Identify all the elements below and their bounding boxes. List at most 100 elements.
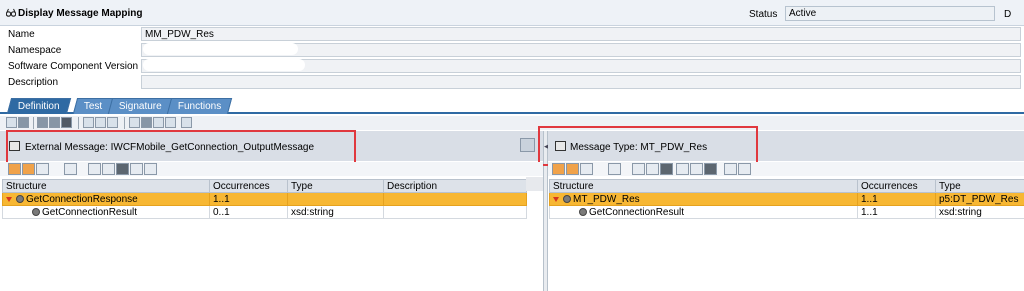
save-layout-icon[interactable] [738, 163, 751, 175]
structure-cell[interactable]: MT_PDW_Res [549, 192, 858, 206]
delete-icon[interactable] [61, 117, 72, 128]
description-cell [383, 192, 527, 206]
tab-definition[interactable]: Definition [6, 98, 71, 114]
column-header-occurrences[interactable]: Occurrences [209, 179, 288, 193]
table-row[interactable]: GetConnectionResponse 1..1 [2, 192, 527, 206]
highlight-box [6, 130, 356, 166]
copy-to-target-button[interactable] [520, 138, 535, 152]
dropdown-icon[interactable] [18, 117, 29, 128]
dependency-icon[interactable] [153, 117, 164, 128]
main-toolbar [0, 116, 1024, 130]
binoculars-icon[interactable] [724, 163, 737, 175]
occurrences-cell: 0..1 [209, 205, 288, 219]
name-row: Name MM_PDW_Res [0, 26, 1024, 42]
column-header-structure[interactable]: Structure [549, 179, 858, 193]
search-icon[interactable] [632, 163, 645, 175]
table-header-row: Structure Occurrences Type [549, 179, 1024, 193]
table-row[interactable]: MT_PDW_Res 1..1 p5:DT_PDW_Res [549, 192, 1024, 206]
name-label: Name [8, 29, 35, 40]
export-icon[interactable] [165, 117, 176, 128]
gear-icon[interactable] [83, 117, 94, 128]
new-icon[interactable] [690, 163, 703, 175]
cut-icon[interactable] [37, 117, 48, 128]
table-view-icon[interactable] [566, 163, 579, 175]
highlight-box [538, 126, 758, 166]
table-header-row: Structure Occurrences Type Description [2, 179, 527, 193]
status-extra-label: D [1004, 9, 1012, 20]
dropdown-icon[interactable] [704, 163, 717, 175]
tab-functions[interactable]: Functions [166, 98, 233, 114]
column-header-type[interactable]: Type [935, 179, 1024, 193]
window-icon[interactable] [181, 117, 192, 128]
document-check-icon[interactable] [95, 117, 106, 128]
tab-strip: Definition Test Signature Functions [0, 96, 1024, 114]
swcv-row: Software Component Version [0, 58, 1024, 74]
expand-icon[interactable] [36, 163, 49, 175]
toolbar-separator [78, 117, 79, 129]
tab-signature[interactable]: Signature [107, 98, 173, 114]
expand-arrow-icon[interactable] [553, 196, 559, 202]
table-row[interactable]: GetConnectionResult 0..1 xsd:string [2, 205, 527, 219]
namespace-row: Namespace [0, 42, 1024, 58]
tree-view-icon[interactable] [552, 163, 565, 175]
copy-object-icon[interactable] [6, 117, 17, 128]
title-bar: Display Message Mapping Status Active D [0, 0, 1024, 26]
toolbar-separator [124, 117, 125, 129]
sort-icon[interactable] [646, 163, 659, 175]
save-layout-icon[interactable] [144, 163, 157, 175]
node-icon [16, 194, 24, 203]
tree-view-icon[interactable] [8, 163, 21, 175]
type-cell: xsd:string [935, 205, 1024, 219]
edit-icon[interactable] [676, 163, 689, 175]
node-icon [32, 207, 40, 216]
redaction [143, 59, 305, 71]
type-cell: p5:DT_PDW_Res [935, 192, 1024, 206]
name-field[interactable]: MM_PDW_Res [141, 27, 1021, 41]
occurrences-cell: 1..1 [857, 205, 936, 219]
column-header-description[interactable]: Description [383, 179, 527, 193]
node-icon [579, 207, 587, 216]
column-header-structure[interactable]: Structure [2, 179, 210, 193]
dropdown-icon[interactable] [116, 163, 129, 175]
structure-cell[interactable]: GetConnectionResult [549, 205, 858, 219]
source-structure-table: Structure Occurrences Type Description G… [2, 179, 527, 219]
header-filler [526, 177, 543, 191]
namespace-label: Namespace [8, 45, 62, 56]
toolbar-separator [33, 117, 34, 129]
filter-icon[interactable] [608, 163, 621, 175]
layout-icon[interactable] [129, 117, 140, 128]
type-cell [287, 192, 384, 206]
swcv-label: Software Component Version [8, 61, 139, 72]
dropdown-icon[interactable] [660, 163, 673, 175]
target-structure-table: Structure Occurrences Type MT_PDW_Res 1.… [549, 179, 1024, 219]
occurrences-cell: 1..1 [209, 192, 288, 206]
search-icon[interactable] [88, 163, 101, 175]
source-structure-toolbar [0, 162, 543, 176]
redaction [143, 43, 298, 55]
table-row[interactable]: GetConnectionResult 1..1 xsd:string [549, 205, 1024, 219]
status-label: Status [749, 9, 778, 20]
glasses-icon [6, 8, 16, 17]
type-cell: xsd:string [287, 205, 384, 219]
description-field[interactable] [141, 75, 1021, 89]
page-title: Display Message Mapping [18, 8, 143, 19]
description-label: Description [8, 77, 59, 88]
display-icon[interactable] [107, 117, 118, 128]
node-icon [563, 194, 571, 203]
dropdown-icon[interactable] [141, 117, 152, 128]
occurrences-cell: 1..1 [857, 192, 936, 206]
target-structure-toolbar [548, 162, 1024, 176]
structure-cell[interactable]: GetConnectionResponse [2, 192, 210, 206]
description-cell [383, 205, 527, 219]
description-row: Description [0, 74, 1024, 90]
sort-icon[interactable] [102, 163, 115, 175]
paste-icon[interactable] [49, 117, 60, 128]
table-view-icon[interactable] [22, 163, 35, 175]
column-header-type[interactable]: Type [287, 179, 384, 193]
expand-arrow-icon[interactable] [6, 196, 12, 202]
filter-icon[interactable] [64, 163, 77, 175]
expand-icon[interactable] [580, 163, 593, 175]
column-header-occurrences[interactable]: Occurrences [857, 179, 936, 193]
binoculars-icon[interactable] [130, 163, 143, 175]
structure-cell[interactable]: GetConnectionResult [2, 205, 210, 219]
